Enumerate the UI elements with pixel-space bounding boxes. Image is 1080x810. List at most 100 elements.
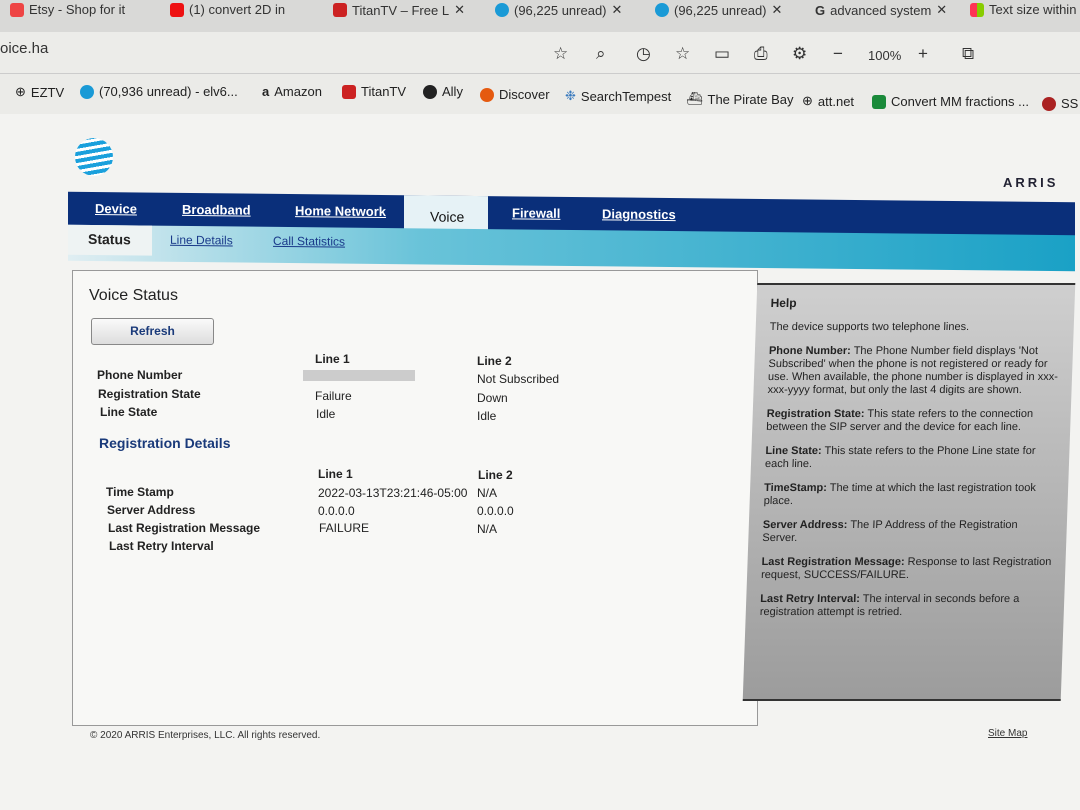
browser-tab[interactable]: Text size within [970,2,1076,17]
help-item: Line State: This state refers to the Pho… [764,445,1036,470]
row-label: Last Retry Interval [109,539,214,553]
ss-icon [1042,96,1056,111]
bookmark[interactable]: Convert MM fractions ... [872,94,1029,109]
bookmark[interactable]: (70,936 unread) - elv6... [80,84,238,99]
cell-value: 0.0.0.0 [477,504,514,518]
voice-status-panel: Voice Status Refresh Line 1 Line 2 Phone… [72,270,758,726]
bookmark[interactable]: ⛴ The Pirate Bay [686,91,794,107]
cell-value: Idle [477,409,497,423]
refresh-button[interactable]: Refresh [91,318,214,345]
help-intro: The device supports two telephone lines. [769,321,970,333]
row-label: Phone Number [97,368,183,382]
zoom-out-icon[interactable]: − [833,44,843,64]
amazon-icon: a [262,84,270,99]
bookmark[interactable]: Discover [480,87,550,102]
column-header: Line 2 [478,468,513,482]
cell-value: Not Subscribed [477,372,560,386]
microsoft-icon [970,2,984,17]
close-icon[interactable]: ✕ [454,2,465,18]
globe-icon: ⊕ [15,84,26,99]
bookmarks-bar: ⊕ EZTV (70,936 unread) - elv6... a Amazon … [0,74,1080,114]
tab-firewall[interactable]: Firewall [512,205,560,221]
close-icon[interactable]: ✕ [936,2,947,18]
row-label: Time Stamp [106,485,174,499]
discover-icon [480,87,494,102]
star-icon[interactable]: ☆ [553,44,568,64]
zoom-in-icon[interactable]: + [918,44,928,64]
att-icon [495,3,509,17]
row-label: Line State [100,405,158,419]
collections-icon[interactable]: ⧉ [962,44,974,64]
convert-icon [872,94,886,109]
titantv-icon [342,84,356,99]
cell-value: N/A [477,522,498,536]
site-map-link[interactable]: Site Map [988,728,1027,739]
bookmark[interactable]: TitanTV [342,84,406,99]
search-icon[interactable]: ⌕ [596,44,606,64]
cell-value: 2022-03-13T23:21:46-05:00 [318,486,468,500]
copyright: © 2020 ARRIS Enterprises, LLC. All right… [90,730,321,741]
subtab-status[interactable]: Status [68,224,152,256]
column-header: Line 1 [315,352,350,366]
youtube-icon [170,2,184,17]
help-item: Server Address: The IP Address of the Re… [762,519,1018,544]
url-field[interactable]: oice.ha [0,40,48,57]
row-label: Registration State [98,387,201,401]
tab-broadband[interactable]: Broadband [182,202,251,218]
help-item: Registration State: This state refers to… [766,408,1034,433]
column-header: Line 1 [318,467,353,481]
cell-value: Idle [316,407,336,421]
searchtempest-icon: ❉ [565,88,576,103]
subtab-call-statistics[interactable]: Call Statistics [273,234,345,249]
gear-icon[interactable]: ⚙ [792,44,807,64]
redacted-phone-number [303,370,415,381]
bookmark[interactable]: a Amazon [262,84,322,99]
cell-value: Down [477,391,508,405]
browser-tab[interactable]: TitanTV – Free L ✕ [333,2,465,18]
etsy-icon [10,2,24,17]
titantv-icon [333,3,347,17]
row-label: Server Address [107,503,196,517]
split-icon[interactable]: ▭ [714,44,730,64]
help-item: Phone Number: The Phone Number field dis… [767,345,1059,396]
browser-tab[interactable]: (1) convert 2D in [170,2,285,17]
help-item: Last Retry Interval: The interval in sec… [759,593,1020,618]
help-panel: Help The device supports two telephone l… [742,283,1076,701]
att-icon [80,84,94,99]
browser-tab[interactable]: (96,225 unread) ✕ [495,2,622,18]
tab-device[interactable]: Device [95,201,137,216]
pirate-ship-icon: ⛴ [686,91,703,106]
bookmark[interactable]: Ally [423,84,463,99]
browser-tab-strip: Etsy - Shop for it (1) convert 2D in Tit… [0,0,1080,32]
favorites-icon[interactable]: ☆ [675,44,690,64]
globe-icon: ⊕ [802,93,813,108]
history-icon[interactable]: ◷ [636,44,651,64]
att-icon [655,3,669,17]
att-logo [75,138,113,176]
arris-logo: ARRIS [1003,175,1059,190]
bookmark[interactable]: SS [1042,96,1078,111]
bookmark[interactable]: ⊕ EZTV [15,84,64,100]
tab-diagnostics[interactable]: Diagnostics [602,206,676,222]
browser-tab[interactable]: (96,225 unread) ✕ [655,2,782,18]
cell-value: N/A [477,486,498,500]
cell-value: Failure [315,389,352,403]
address-bar: oice.ha ☆ ⌕ ◷ ☆ ▭ ⎙ ⚙ − 100% + ⧉ [0,32,1080,74]
browser-tab[interactable]: Etsy - Shop for it [10,2,125,17]
bookmark[interactable]: ❉ SearchTempest [565,88,671,104]
help-title: Help [770,296,797,310]
browser-tab[interactable]: Gadvanced system ✕ [815,2,947,18]
close-icon[interactable]: ✕ [772,2,783,18]
help-item: Last Registration Message: Response to l… [760,556,1052,581]
google-icon: G [815,2,826,18]
section-title: Registration Details [99,435,231,451]
subtab-line-details[interactable]: Line Details [170,233,233,248]
cell-value: 0.0.0.0 [318,504,355,518]
row-label: Last Registration Message [108,521,261,535]
tab-home-network[interactable]: Home Network [295,203,386,219]
zoom-level: 100% [868,48,902,63]
close-icon[interactable]: ✕ [612,2,623,18]
cell-value: FAILURE [319,521,370,535]
bookmark[interactable]: ⊕ att.net [802,93,854,109]
print-icon[interactable]: ⎙ [754,44,768,64]
